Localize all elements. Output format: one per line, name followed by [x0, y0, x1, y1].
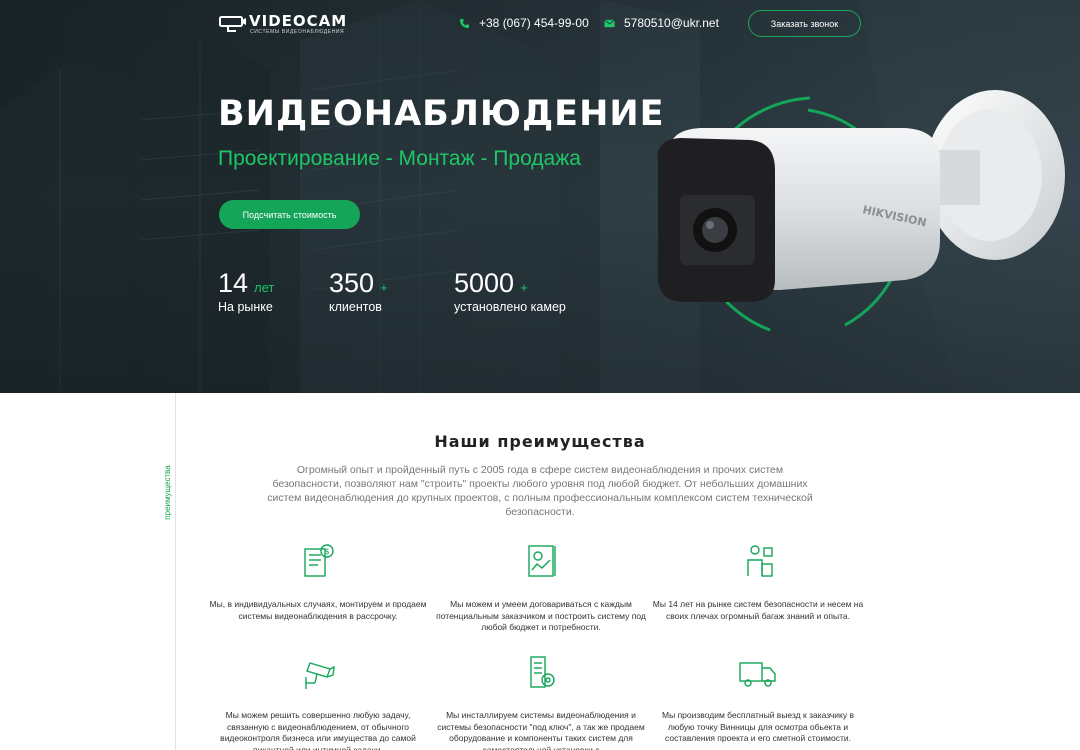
section-title: Наши преимущества [434, 432, 646, 451]
experience-person-icon [747, 545, 773, 577]
logo-tagline: СИСТЕМЫ ВИДЕОНАБЛЮДЕНИЯ [250, 29, 345, 35]
email-address: 5780510@ukr.net [624, 16, 719, 30]
section-description: Огромный опыт и пройденный путь с 2005 г… [267, 464, 813, 518]
budget-chart-icon [528, 545, 556, 577]
stat-clients: 350 + клиентов [329, 268, 388, 314]
stat-cameras: 5000 + установлено камер [454, 268, 566, 314]
stat-value: 14 [218, 268, 249, 298]
side-section-label: преимущества [156, 460, 196, 530]
envelope-icon [604, 18, 615, 27]
installment-document-icon: $ [304, 544, 334, 577]
logo[interactable]: VIDEOCAM СИСТЕМЫ ВИДЕОНАБЛЮДЕНИЯ [219, 12, 346, 36]
advantage-item: Мы 14 лет на рынке систем безопасности и… [648, 542, 868, 622]
order-call-button[interactable]: Заказать звонок [748, 10, 861, 37]
advantage-text: Мы можем и умеем договариваться с каждым… [436, 599, 646, 632]
advantage-item: $ Мы, в индивидуальных случаях, монтируе… [208, 542, 428, 622]
hero-subtitle: Проектирование - Монтаж - Продажа [218, 147, 581, 170]
stat-years: 14 лет На рынке [218, 268, 274, 314]
advantage-item: Мы можем и умеем договариваться с каждым… [431, 542, 651, 634]
hero-section: VIDEOCAM СИСТЕМЫ ВИДЕОНАБЛЮДЕНИЯ +38 (06… [0, 0, 1080, 393]
logo-camera-icon [219, 16, 246, 32]
stat-suffix: лет [254, 280, 275, 296]
advantage-text: Мы инсталлируем системы видеонаблюдения … [437, 710, 645, 750]
phone-contact[interactable]: +38 (067) 454-99-00 [459, 16, 589, 30]
stat-label: установлено камер [454, 300, 566, 314]
advantage-item: Мы производим бесплатный выезд к заказчи… [648, 653, 868, 745]
phone-number: +38 (067) 454-99-00 [479, 16, 589, 30]
advantage-item: Мы инсталлируем системы видеонаблюдения … [431, 653, 651, 750]
turnkey-server-icon [530, 656, 555, 688]
advantage-text: Мы производим бесплатный выезд к заказчи… [662, 710, 854, 743]
advantage-text: Мы можем решить совершенно любую задачу,… [220, 710, 416, 750]
logo-name: VIDEOCAM [249, 12, 348, 30]
cctv-camera-icon [305, 662, 335, 689]
hero-title: ВИДЕОНАБЛЮДЕНИЕ [218, 94, 665, 134]
stat-value: 5000 [454, 268, 515, 298]
side-label-text: преимущества [162, 465, 172, 520]
advantage-item: Мы можем решить совершенно любую задачу,… [208, 653, 428, 750]
stat-label: На рынке [218, 300, 273, 314]
stat-value: 350 [329, 268, 375, 298]
svg-text:$: $ [325, 547, 330, 556]
stat-suffix: + [380, 280, 388, 296]
phone-icon [459, 18, 470, 28]
delivery-truck-icon [739, 662, 776, 687]
email-contact[interactable]: 5780510@ukr.net [604, 16, 719, 30]
advantage-text: Мы, в индивидуальных случаях, монтируем … [209, 599, 427, 621]
advantage-text: Мы 14 лет на рынке систем безопасности и… [652, 599, 864, 621]
security-camera-image: HIKVISION [657, 90, 1065, 332]
stat-suffix: + [520, 280, 528, 296]
calculate-cost-button[interactable]: Подсчитать стоимость [219, 200, 360, 229]
stat-label: клиентов [329, 300, 382, 314]
